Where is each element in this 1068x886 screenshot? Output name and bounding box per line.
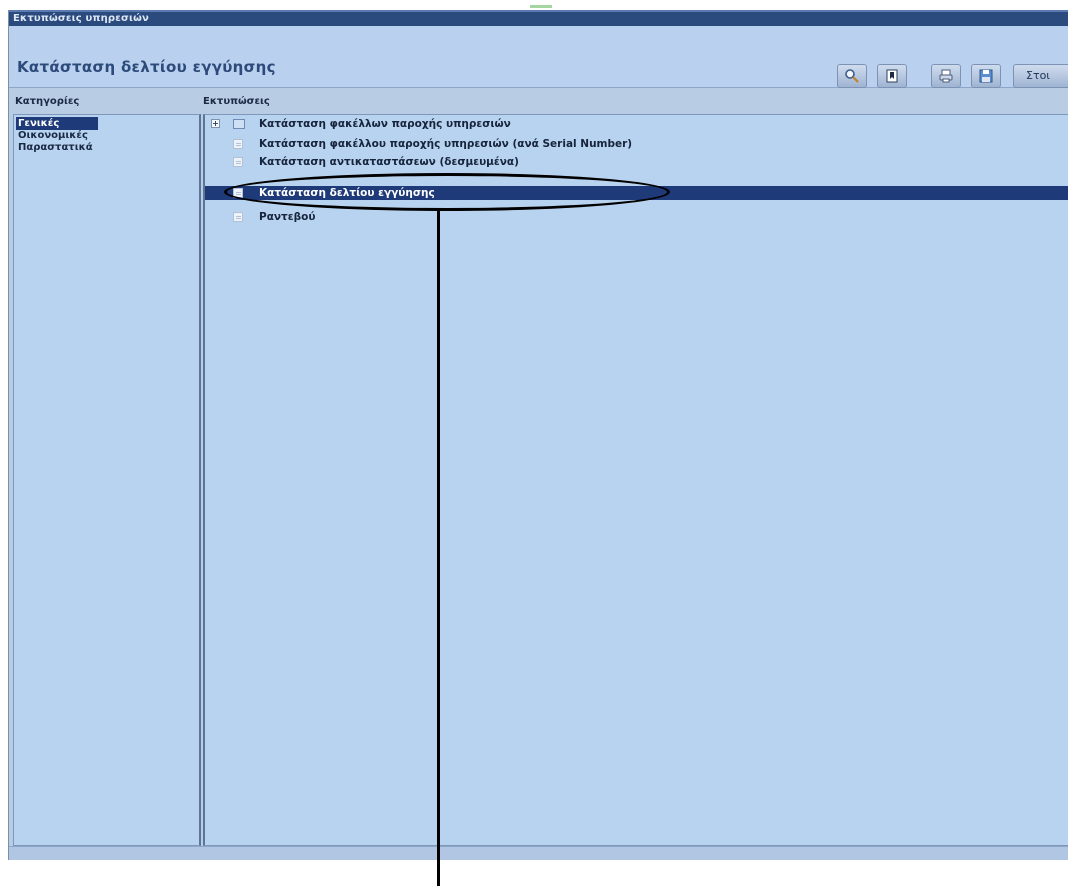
bookmark-icon xyxy=(886,69,898,83)
report-document-icon xyxy=(233,139,243,149)
tree-row[interactable]: Κατάσταση φακέλλου παροχής υπηρεσιών (αν… xyxy=(205,137,1068,151)
categories-heading: Κατηγορίες xyxy=(15,96,80,107)
report-label: Κατάσταση φακέλλου παροχής υπηρεσιών (αν… xyxy=(259,138,633,150)
magnifier-icon xyxy=(845,69,859,83)
report-label: Κατάσταση φακέλλων παροχής υπηρεσιών xyxy=(259,118,511,130)
reports-tree: + Κατάσταση φακέλλων παροχής υπηρεσιών Κ… xyxy=(203,114,1068,846)
report-document-icon xyxy=(233,212,243,222)
search-report-button[interactable] xyxy=(837,64,867,88)
decorative-marker xyxy=(530,5,552,8)
callout-ellipse xyxy=(224,173,670,211)
bookmark-button[interactable] xyxy=(877,64,907,88)
application-window: Εκτυπώσεις υπηρεσιών Κατάσταση δελτίου ε… xyxy=(8,10,1068,860)
truncated-toolbar-button[interactable]: Στοι xyxy=(1013,64,1068,88)
window-titlebar: Εκτυπώσεις υπηρεσιών xyxy=(9,10,1068,26)
expand-plus-icon[interactable]: + xyxy=(211,119,220,128)
report-label: Ραντεβού xyxy=(259,211,316,223)
window-title: Εκτυπώσεις υπηρεσιών xyxy=(13,13,150,24)
tree-row[interactable]: Κατάσταση αντικαταστάσεων (δεσμευμένα) xyxy=(205,155,1068,169)
categories-list: Γενικές Οικονομικές Παραστατικά xyxy=(13,114,201,846)
tree-row[interactable]: Ραντεβού xyxy=(205,210,1068,224)
floppy-disk-icon xyxy=(979,69,993,83)
status-bar xyxy=(9,846,1068,860)
print-button[interactable] xyxy=(931,64,961,88)
report-document-icon xyxy=(233,157,243,167)
save-button[interactable] xyxy=(971,64,1001,88)
callout-pointer-line xyxy=(437,210,440,886)
page-header: Κατάσταση δελτίου εγγύησης Στοι xyxy=(9,26,1068,88)
page-title: Κατάσταση δελτίου εγγύησης xyxy=(17,58,276,76)
printer-icon xyxy=(939,69,953,83)
folder-icon xyxy=(233,119,245,129)
tree-row[interactable]: + Κατάσταση φακέλλων παροχής υπηρεσιών xyxy=(205,117,1068,131)
report-label: Κατάσταση αντικαταστάσεων (δεσμευμένα) xyxy=(259,156,519,168)
category-item-documents[interactable]: Παραστατικά xyxy=(16,141,93,154)
reports-heading: Εκτυπώσεις xyxy=(203,96,270,107)
